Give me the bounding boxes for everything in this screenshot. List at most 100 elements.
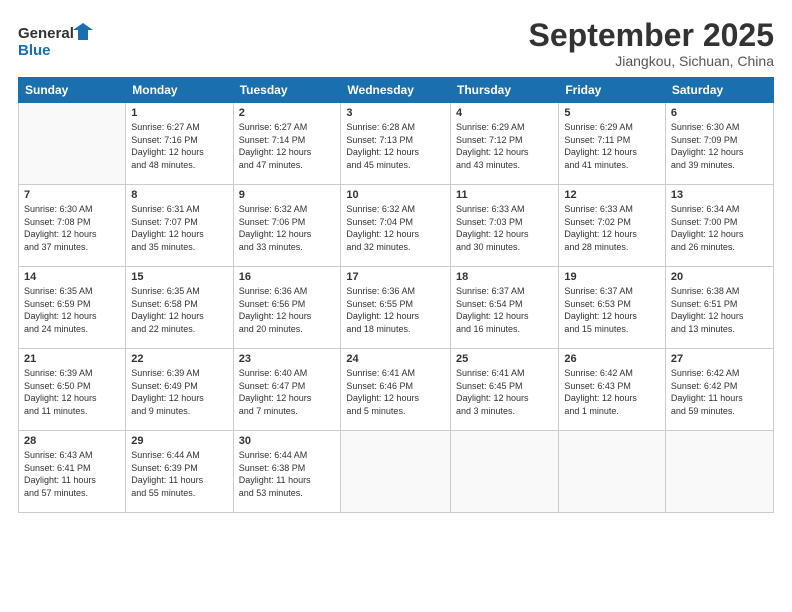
- day-info: Sunrise: 6:37 AM Sunset: 6:53 PM Dayligh…: [564, 285, 660, 335]
- day-info: Sunrise: 6:27 AM Sunset: 7:14 PM Dayligh…: [239, 121, 336, 171]
- calendar-week-row: 28 Sunrise: 6:43 AM Sunset: 6:41 PM Dayli…: [19, 431, 774, 513]
- day-info: Sunrise: 6:30 AM Sunset: 7:09 PM Dayligh…: [671, 121, 768, 171]
- day-number: 28: [24, 435, 120, 447]
- calendar-cell: 16 Sunrise: 6:36 AM Sunset: 6:56 PM Dayli…: [233, 267, 341, 349]
- day-info: Sunrise: 6:41 AM Sunset: 6:45 PM Dayligh…: [456, 367, 553, 417]
- calendar-cell: 1 Sunrise: 6:27 AM Sunset: 7:16 PM Daylig…: [126, 103, 233, 185]
- calendar-cell: [451, 431, 559, 513]
- day-number: 2: [239, 107, 336, 119]
- calendar-week-row: 14Sunrise: 6:35 AM Sunset: 6:59 PM Dayli…: [19, 267, 774, 349]
- calendar-cell: [341, 431, 451, 513]
- day-info: Sunrise: 6:42 AM Sunset: 6:42 PM Dayligh…: [671, 367, 768, 417]
- weekday-header-monday: Monday: [126, 78, 233, 103]
- day-info: Sunrise: 6:32 AM Sunset: 7:04 PM Dayligh…: [346, 203, 445, 253]
- weekday-header-tuesday: Tuesday: [233, 78, 341, 103]
- day-info: Sunrise: 6:40 AM Sunset: 6:47 PM Dayligh…: [239, 367, 336, 417]
- calendar-cell: 14Sunrise: 6:35 AM Sunset: 6:59 PM Dayli…: [19, 267, 126, 349]
- calendar-week-row: 1 Sunrise: 6:27 AM Sunset: 7:16 PM Daylig…: [19, 103, 774, 185]
- day-info: Sunrise: 6:36 AM Sunset: 6:56 PM Dayligh…: [239, 285, 336, 335]
- calendar-cell: 3 Sunrise: 6:28 AM Sunset: 7:13 PM Daylig…: [341, 103, 451, 185]
- day-number: 25: [456, 353, 553, 365]
- weekday-header-saturday: Saturday: [665, 78, 773, 103]
- calendar-cell: 8 Sunrise: 6:31 AM Sunset: 7:07 PM Daylig…: [126, 185, 233, 267]
- weekday-header-thursday: Thursday: [451, 78, 559, 103]
- calendar-cell: 18 Sunrise: 6:37 AM Sunset: 6:54 PM Dayli…: [451, 267, 559, 349]
- calendar-table: SundayMondayTuesdayWednesdayThursdayFrid…: [18, 77, 774, 513]
- calendar-cell: 30Sunrise: 6:44 AM Sunset: 6:38 PM Dayli…: [233, 431, 341, 513]
- day-number: 8: [131, 189, 227, 201]
- calendar-cell: 11Sunrise: 6:33 AM Sunset: 7:03 PM Dayli…: [451, 185, 559, 267]
- day-info: Sunrise: 6:35 AM Sunset: 6:59 PM Dayligh…: [24, 285, 120, 335]
- day-number: 11: [456, 189, 553, 201]
- day-number: 18: [456, 271, 553, 283]
- calendar-cell: 22 Sunrise: 6:39 AM Sunset: 6:49 PM Dayli…: [126, 349, 233, 431]
- day-number: 23: [239, 353, 336, 365]
- day-info: Sunrise: 6:28 AM Sunset: 7:13 PM Dayligh…: [346, 121, 445, 171]
- day-info: Sunrise: 6:36 AM Sunset: 6:55 PM Dayligh…: [346, 285, 445, 335]
- calendar-cell: 9 Sunrise: 6:32 AM Sunset: 7:06 PM Daylig…: [233, 185, 341, 267]
- day-number: 5: [564, 107, 660, 119]
- calendar-cell: 26 Sunrise: 6:42 AM Sunset: 6:43 PM Dayli…: [559, 349, 666, 431]
- day-info: Sunrise: 6:38 AM Sunset: 6:51 PM Dayligh…: [671, 285, 768, 335]
- day-number: 3: [346, 107, 445, 119]
- day-number: 22: [131, 353, 227, 365]
- calendar-cell: 5 Sunrise: 6:29 AM Sunset: 7:11 PM Daylig…: [559, 103, 666, 185]
- day-number: 21: [24, 353, 120, 365]
- day-info: Sunrise: 6:39 AM Sunset: 6:49 PM Dayligh…: [131, 367, 227, 417]
- calendar-cell: 21Sunrise: 6:39 AM Sunset: 6:50 PM Dayli…: [19, 349, 126, 431]
- day-info: Sunrise: 6:29 AM Sunset: 7:11 PM Dayligh…: [564, 121, 660, 171]
- calendar-cell: 25 Sunrise: 6:41 AM Sunset: 6:45 PM Dayli…: [451, 349, 559, 431]
- calendar-cell: 4 Sunrise: 6:29 AM Sunset: 7:12 PM Daylig…: [451, 103, 559, 185]
- day-info: Sunrise: 6:42 AM Sunset: 6:43 PM Dayligh…: [564, 367, 660, 417]
- svg-text:Blue: Blue: [18, 42, 51, 59]
- day-info: Sunrise: 6:29 AM Sunset: 7:12 PM Dayligh…: [456, 121, 553, 171]
- calendar-cell: 29 Sunrise: 6:44 AM Sunset: 6:39 PM Dayli…: [126, 431, 233, 513]
- day-info: Sunrise: 6:35 AM Sunset: 6:58 PM Dayligh…: [131, 285, 227, 335]
- day-info: Sunrise: 6:41 AM Sunset: 6:46 PM Dayligh…: [346, 367, 445, 417]
- day-number: 4: [456, 107, 553, 119]
- day-number: 12: [564, 189, 660, 201]
- weekday-header-sunday: Sunday: [19, 78, 126, 103]
- calendar-cell: 12 Sunrise: 6:33 AM Sunset: 7:02 PM Dayli…: [559, 185, 666, 267]
- day-number: 30: [239, 435, 336, 447]
- day-number: 20: [671, 271, 768, 283]
- calendar-week-row: 21Sunrise: 6:39 AM Sunset: 6:50 PM Dayli…: [19, 349, 774, 431]
- calendar-cell: [559, 431, 666, 513]
- day-number: 1: [131, 107, 227, 119]
- day-number: 26: [564, 353, 660, 365]
- day-info: Sunrise: 6:32 AM Sunset: 7:06 PM Dayligh…: [239, 203, 336, 253]
- calendar-cell: 20 Sunrise: 6:38 AM Sunset: 6:51 PM Dayli…: [665, 267, 773, 349]
- day-info: Sunrise: 6:44 AM Sunset: 6:39 PM Dayligh…: [131, 449, 227, 499]
- calendar-cell: 13 Sunrise: 6:34 AM Sunset: 7:00 PM Dayli…: [665, 185, 773, 267]
- calendar-cell: 7Sunrise: 6:30 AM Sunset: 7:08 PM Daylig…: [19, 185, 126, 267]
- day-info: Sunrise: 6:43 AM Sunset: 6:41 PM Dayligh…: [24, 449, 120, 499]
- calendar-cell: [19, 103, 126, 185]
- logo: General Blue: [18, 18, 98, 68]
- calendar-cell: 10Sunrise: 6:32 AM Sunset: 7:04 PM Dayli…: [341, 185, 451, 267]
- day-number: 16: [239, 271, 336, 283]
- day-info: Sunrise: 6:34 AM Sunset: 7:00 PM Dayligh…: [671, 203, 768, 253]
- calendar-cell: 19 Sunrise: 6:37 AM Sunset: 6:53 PM Dayli…: [559, 267, 666, 349]
- calendar-cell: 28 Sunrise: 6:43 AM Sunset: 6:41 PM Dayli…: [19, 431, 126, 513]
- page-header: General Blue September 2025 Jiangkou, Si…: [18, 18, 774, 69]
- day-info: Sunrise: 6:27 AM Sunset: 7:16 PM Dayligh…: [131, 121, 227, 171]
- day-number: 29: [131, 435, 227, 447]
- calendar-cell: [665, 431, 773, 513]
- month-title: September 2025: [529, 18, 774, 53]
- location: Jiangkou, Sichuan, China: [529, 53, 774, 69]
- day-info: Sunrise: 6:31 AM Sunset: 7:07 PM Dayligh…: [131, 203, 227, 253]
- day-number: 19: [564, 271, 660, 283]
- calendar-cell: 24 Sunrise: 6:41 AM Sunset: 6:46 PM Dayli…: [341, 349, 451, 431]
- calendar-cell: 15Sunrise: 6:35 AM Sunset: 6:58 PM Dayli…: [126, 267, 233, 349]
- day-info: Sunrise: 6:33 AM Sunset: 7:02 PM Dayligh…: [564, 203, 660, 253]
- day-number: 27: [671, 353, 768, 365]
- calendar-cell: 6Sunrise: 6:30 AM Sunset: 7:09 PM Daylig…: [665, 103, 773, 185]
- day-number: 24: [346, 353, 445, 365]
- weekday-header-wednesday: Wednesday: [341, 78, 451, 103]
- weekday-header-row: SundayMondayTuesdayWednesdayThursdayFrid…: [19, 78, 774, 103]
- logo-svg: General Blue: [18, 18, 98, 68]
- day-number: 9: [239, 189, 336, 201]
- day-info: Sunrise: 6:37 AM Sunset: 6:54 PM Dayligh…: [456, 285, 553, 335]
- calendar-week-row: 7Sunrise: 6:30 AM Sunset: 7:08 PM Daylig…: [19, 185, 774, 267]
- day-number: 13: [671, 189, 768, 201]
